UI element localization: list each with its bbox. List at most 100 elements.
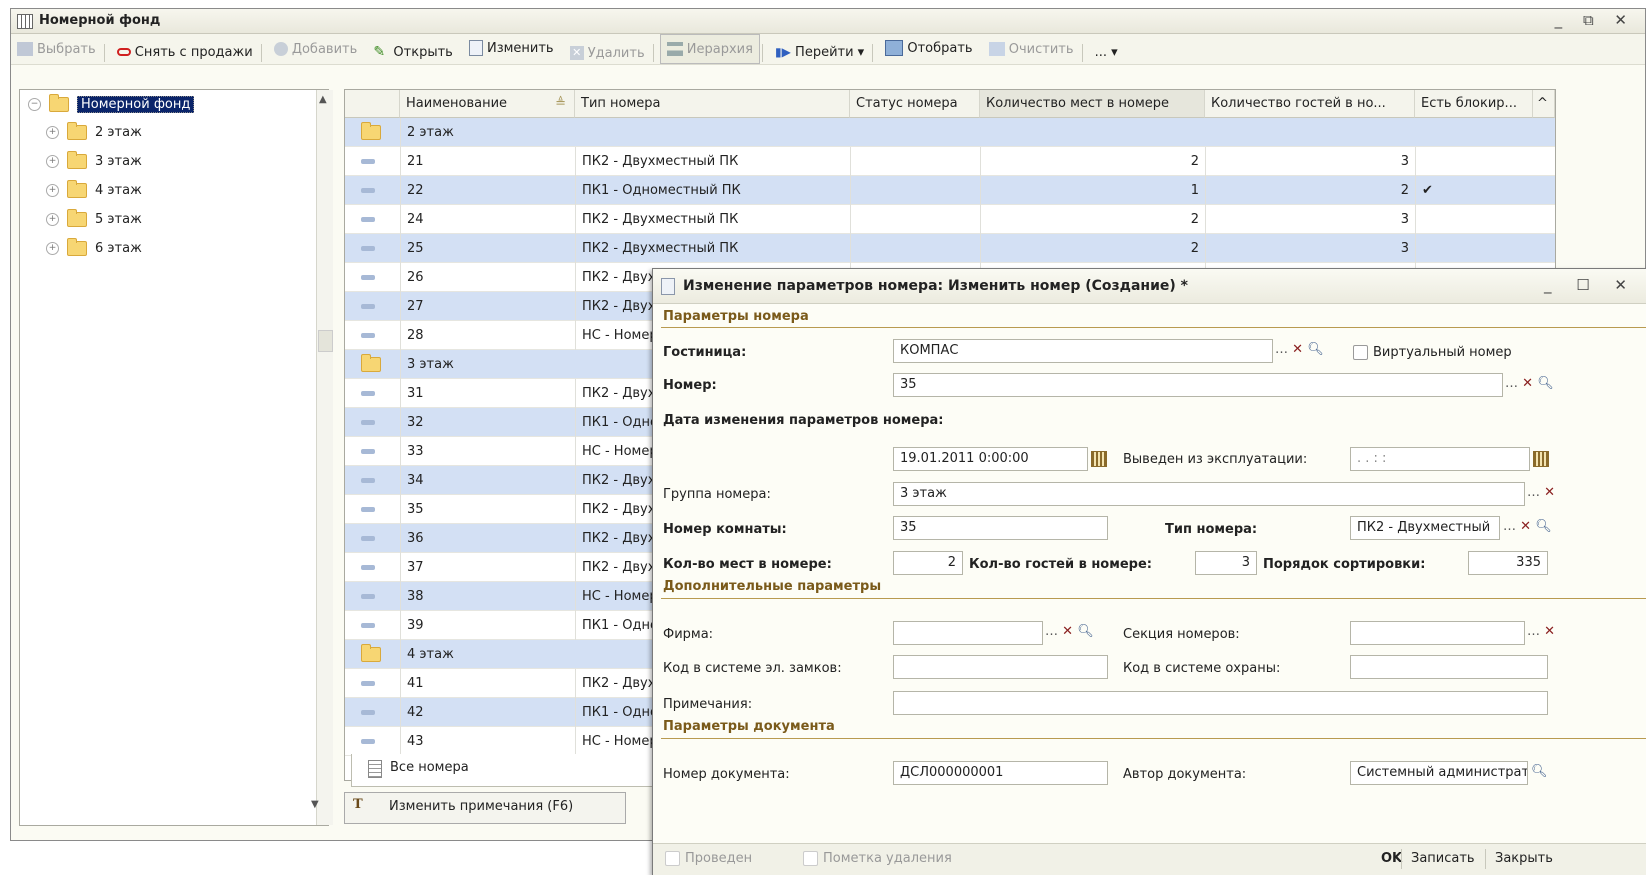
firm-field-buttons[interactable]: … ✕ 🔍︎: [1045, 622, 1094, 644]
tree-item[interactable]: +2 этаж: [46, 120, 142, 146]
hierarchy-button[interactable]: Иерархия: [659, 34, 760, 64]
hotel-field-buttons[interactable]: … ✕ 🔍︎: [1275, 340, 1324, 362]
delete-button[interactable]: ✕ Удалить: [564, 39, 651, 67]
number-field[interactable]: 35: [893, 373, 1503, 397]
header-status[interactable]: Статус номера: [850, 90, 980, 118]
virtual-room-checkbox[interactable]: Виртуальный номер: [1353, 345, 1512, 360]
tree-root-label: Номерной фонд: [77, 96, 195, 113]
magnifier-icon[interactable]: 🔍︎: [1307, 342, 1324, 357]
sort-field[interactable]: 335: [1468, 551, 1548, 575]
checkbox-icon[interactable]: [665, 851, 680, 866]
cell-status: [850, 205, 980, 234]
section-room-params: Параметры номера: [663, 309, 809, 324]
table-group-row[interactable]: 2 этаж: [345, 118, 1555, 147]
section-field[interactable]: [1350, 621, 1525, 645]
cell-name: 36: [400, 524, 575, 553]
doc-author-field[interactable]: Системный администрат: [1350, 761, 1528, 785]
edit-notes-button[interactable]: T Изменить примечания (F6): [344, 792, 626, 824]
checkbox-icon[interactable]: [803, 851, 818, 866]
hierarchy-icon: [666, 42, 683, 56]
clear-x-icon[interactable]: ✕: [1292, 342, 1303, 357]
table-row[interactable]: 22 ПК1 - Одноместный ПК 1 2 ✔: [345, 176, 1555, 205]
header-blocked[interactable]: Есть блокир...: [1415, 90, 1533, 118]
tree-scroll-down-icon[interactable]: ▼: [311, 799, 319, 810]
security-code-field[interactable]: [1350, 655, 1548, 679]
scroll-thumb[interactable]: [318, 330, 333, 352]
room-type-buttons[interactable]: … ✕ 🔍︎: [1503, 517, 1552, 539]
number-field-buttons[interactable]: … ✕ 🔍︎: [1505, 374, 1554, 396]
more-actions-button[interactable]: ... ▾: [1089, 39, 1124, 67]
tree-item-label: 3 этаж: [95, 154, 142, 169]
room-type-field[interactable]: ПК2 - Двухместный: [1350, 516, 1500, 540]
room-item-icon: [361, 478, 375, 483]
hotel-field[interactable]: КОМПАС: [893, 339, 1273, 363]
row-icon-cell: [355, 147, 400, 176]
table-row[interactable]: 25 ПК2 - Двухместный ПК 2 3: [345, 234, 1555, 263]
calendar-icon[interactable]: [1533, 451, 1549, 467]
expand-icon[interactable]: +: [46, 242, 59, 255]
checkbox-icon[interactable]: [1353, 345, 1368, 360]
places-field[interactable]: 2: [893, 551, 963, 575]
label-doc-author: Автор документа:: [1123, 767, 1247, 782]
edit-button[interactable]: Изменить: [463, 34, 560, 62]
scroll-up-icon[interactable]: ^: [1533, 90, 1555, 118]
header-name[interactable]: Наименование ≜: [400, 90, 575, 118]
tree-scrollbar[interactable]: ▲: [316, 90, 333, 825]
collapse-icon[interactable]: −: [28, 98, 41, 111]
table-row[interactable]: 24 ПК2 - Двухместный ПК 2 3: [345, 205, 1555, 234]
label-notes: Примечания:: [663, 697, 753, 712]
lock-code-field[interactable]: [893, 655, 1108, 679]
decommissioned-field[interactable]: . . : :: [1350, 447, 1530, 471]
cell-name: 25: [400, 234, 575, 263]
date-field[interactable]: 19.01.2011 0:00:00: [893, 447, 1088, 471]
add-button[interactable]: Добавить: [268, 35, 363, 63]
save-button[interactable]: Записать: [1411, 851, 1475, 866]
goto-button[interactable]: ▮▶ Перейти ▾: [769, 38, 870, 66]
tree-item[interactable]: +6 этаж: [46, 236, 142, 262]
calendar-icon[interactable]: [1091, 451, 1107, 467]
expand-icon[interactable]: +: [46, 126, 59, 139]
magnifier-icon[interactable]: 🔍︎: [1531, 762, 1548, 784]
tree-item[interactable]: +3 этаж: [46, 149, 142, 175]
header-type[interactable]: Тип номера: [575, 90, 850, 118]
room-no-field[interactable]: 35: [893, 516, 1108, 540]
cell-name: 32: [400, 408, 575, 437]
tree-item[interactable]: +5 этаж: [46, 207, 142, 233]
pencil-icon: ✎: [373, 44, 386, 60]
open-button[interactable]: ✎ Открыть: [367, 38, 458, 66]
dialog-title: Изменение параметров номера: Изменить но…: [683, 278, 1188, 294]
tab-all-rooms[interactable]: Все номера: [390, 760, 469, 775]
section-field-buttons[interactable]: … ✕: [1527, 622, 1555, 644]
select-button[interactable]: Выбрать: [11, 35, 102, 63]
dialog-window-controls[interactable]: _ ☐ ✕: [1544, 276, 1637, 294]
header-guests[interactable]: Количество гостей в но...: [1205, 90, 1415, 118]
firm-field[interactable]: [893, 621, 1043, 645]
filter-button[interactable]: Отобрать: [879, 34, 978, 62]
doc-number-field[interactable]: ДСЛ000000001: [893, 761, 1108, 785]
scroll-up-icon[interactable]: ▲: [319, 94, 327, 105]
close-button[interactable]: Закрыть: [1495, 851, 1553, 866]
remove-from-sale-button[interactable]: Снять с продажи: [111, 38, 259, 66]
header-places[interactable]: Количество мест в номере: [980, 90, 1205, 118]
expand-icon[interactable]: +: [46, 213, 59, 226]
clear-filter-button[interactable]: Очистить: [983, 35, 1080, 63]
expand-icon[interactable]: +: [46, 184, 59, 197]
cell-name: 3 этаж: [400, 350, 575, 379]
window-controls[interactable]: _ ⧉ ✕: [1555, 11, 1635, 29]
expand-icon[interactable]: +: [46, 155, 59, 168]
room-group-buttons[interactable]: … ✕: [1527, 483, 1555, 505]
ok-button[interactable]: OK: [1381, 851, 1402, 866]
guests-field[interactable]: 3: [1195, 551, 1257, 575]
folder-icon: [49, 94, 69, 112]
posted-checkbox[interactable]: Проведен: [665, 851, 752, 866]
tree-item-label: 2 этаж: [95, 125, 142, 140]
room-item-icon: [361, 739, 375, 744]
cell-guests: 3: [1205, 147, 1415, 176]
tree-root[interactable]: − Номерной фонд: [28, 92, 195, 118]
room-group-field[interactable]: 3 этаж: [893, 482, 1525, 506]
folder-icon: [361, 122, 381, 140]
deletion-mark-checkbox[interactable]: Пометка удаления: [803, 851, 952, 866]
tree-item[interactable]: +4 этаж: [46, 178, 142, 204]
table-row[interactable]: 21 ПК2 - Двухместный ПК 2 3: [345, 147, 1555, 176]
notes-field[interactable]: [893, 691, 1548, 715]
